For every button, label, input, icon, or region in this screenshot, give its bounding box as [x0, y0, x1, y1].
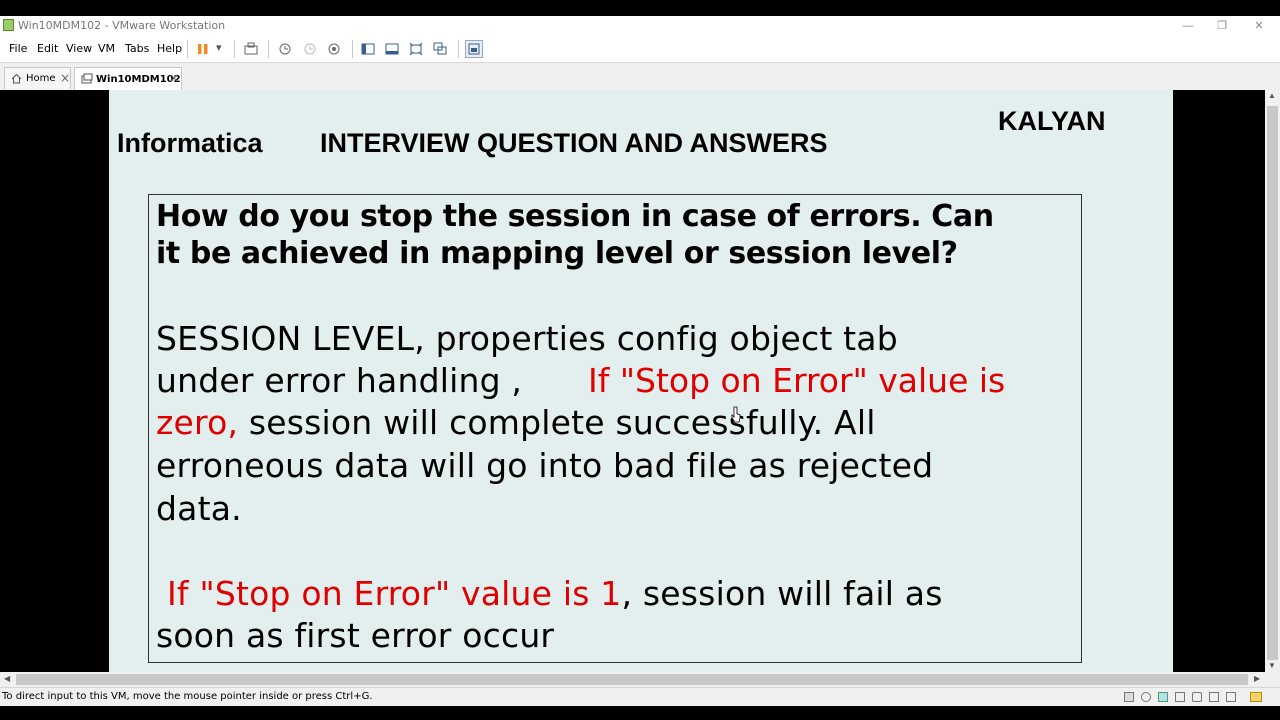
toolbar-separator — [352, 40, 353, 58]
answer-line-6-text: , session will fail as — [621, 574, 943, 613]
vertical-scroll-thumb[interactable] — [1267, 106, 1278, 660]
snapshot-icon[interactable] — [276, 40, 294, 58]
library-view-icon[interactable] — [359, 40, 377, 58]
answer-line-3: zero, session will complete successfully… — [156, 403, 876, 442]
status-bar: To direct input to this VM, move the mou… — [0, 687, 1280, 706]
answer-line-4: erroneous data will go into bad file as … — [156, 446, 934, 485]
menu-help[interactable]: Help — [157, 42, 182, 55]
menu-toolbar: File Edit View VM Tabs Help ▾ — [0, 36, 1280, 63]
restore-button[interactable]: ❐ — [1214, 18, 1230, 34]
toolbar-separator — [187, 40, 188, 58]
scroll-right-icon[interactable]: ▶ — [1254, 674, 1260, 683]
menu-edit[interactable]: Edit — [37, 42, 58, 55]
toolbar-separator — [268, 40, 269, 58]
vertical-scrollbar[interactable]: ▲ ▼ — [1265, 90, 1280, 672]
tab-win10mdm102-label: Win10MDM102 — [96, 74, 181, 85]
close-button[interactable]: ✕ — [1251, 18, 1267, 34]
menu-vm[interactable]: VM — [98, 42, 115, 55]
hard-disk-icon[interactable] — [1124, 692, 1134, 702]
answer-line-5: data. — [156, 489, 242, 528]
snapshot-manager-icon[interactable] — [325, 40, 343, 58]
menu-view[interactable]: View — [66, 42, 92, 55]
answer-line-3-highlight: zero, — [156, 403, 239, 442]
qa-box: How do you stop the session in case of e… — [148, 194, 1082, 663]
question-line-1: How do you stop the session in case of e… — [156, 199, 994, 234]
slide-brand: Informatica — [117, 128, 263, 158]
toolbar-separator — [458, 40, 459, 58]
toolbar-separator — [234, 40, 235, 58]
usb-device-icon[interactable] — [1192, 692, 1202, 702]
status-message: To direct input to this VM, move the mou… — [2, 691, 373, 702]
send-ctrl-alt-del-icon[interactable] — [242, 40, 260, 58]
vm-tab-bar: Home × Win10MDM102 × — [0, 63, 1280, 91]
minimize-button[interactable]: — — [1180, 18, 1196, 34]
horizontal-scrollbar[interactable]: ◀ ▶ — [0, 672, 1265, 687]
home-icon — [11, 73, 22, 84]
window-title: Win10MDM102 - VMware Workstation — [18, 19, 226, 32]
scrollbar-corner — [1265, 672, 1280, 687]
answer-line-6: If "Stop on Error" value is 1, session w… — [167, 574, 943, 613]
console-view-icon[interactable] — [465, 40, 483, 58]
horizontal-scroll-thumb[interactable] — [16, 674, 1248, 685]
presentation-slide: Informatica INTERVIEW QUESTION AND ANSWE… — [109, 90, 1173, 672]
scroll-left-icon[interactable]: ◀ — [4, 674, 10, 683]
scroll-down-icon[interactable]: ▼ — [1268, 661, 1276, 670]
mouse-cursor-icon — [731, 406, 741, 423]
menu-tabs[interactable]: Tabs — [125, 42, 149, 55]
slide-author: KALYAN — [998, 106, 1106, 136]
sound-card-icon[interactable] — [1209, 692, 1219, 702]
unity-icon[interactable] — [431, 40, 449, 58]
vm-icon — [81, 73, 93, 84]
question-line-2: it be achieved in mapping level or sessi… — [156, 236, 958, 271]
answer-line-6-highlight: If "Stop on Error" value is 1 — [167, 574, 622, 613]
tab-win10mdm102[interactable]: Win10MDM102 × — [74, 67, 182, 91]
thumbnail-view-icon[interactable] — [383, 40, 401, 58]
vm-console-display[interactable]: Informatica INTERVIEW QUESTION AND ANSWE… — [0, 90, 1265, 672]
answer-line-3-text: session will complete successfully. All — [238, 403, 876, 442]
scroll-up-icon[interactable]: ▲ — [1268, 91, 1276, 100]
tab-win10mdm102-close-icon[interactable]: × — [169, 71, 179, 85]
window-title-bar: Win10MDM102 - VMware Workstation — ❐ ✕ — [0, 16, 1280, 36]
pause-icon[interactable] — [194, 40, 212, 58]
answer-line-2-text: under error handling , — [156, 361, 523, 400]
tab-home-close-icon[interactable]: × — [60, 71, 70, 85]
menu-file[interactable]: File — [9, 42, 27, 55]
tab-home[interactable]: Home × — [4, 67, 71, 89]
cd-dvd-icon[interactable] — [1141, 692, 1151, 702]
answer-line-2: under error handling , — [156, 361, 522, 400]
power-dropdown-icon[interactable]: ▾ — [216, 41, 222, 54]
full-screen-icon[interactable] — [407, 40, 425, 58]
network-adapter-icon[interactable] — [1158, 692, 1168, 702]
vmware-app-icon — [3, 19, 14, 31]
display-icon[interactable] — [1226, 692, 1236, 702]
answer-line-2-highlight: If "Stop on Error" value is — [588, 361, 1006, 400]
printer-icon[interactable] — [1175, 692, 1185, 702]
answer-line-7: soon as first error occur — [156, 616, 555, 655]
answer-line-1: SESSION LEVEL, properties config object … — [156, 319, 898, 358]
slide-heading: INTERVIEW QUESTION AND ANSWERS — [320, 128, 828, 158]
message-log-icon[interactable] — [1250, 692, 1262, 702]
tab-home-label: Home — [26, 73, 56, 84]
revert-snapshot-icon[interactable] — [301, 40, 319, 58]
